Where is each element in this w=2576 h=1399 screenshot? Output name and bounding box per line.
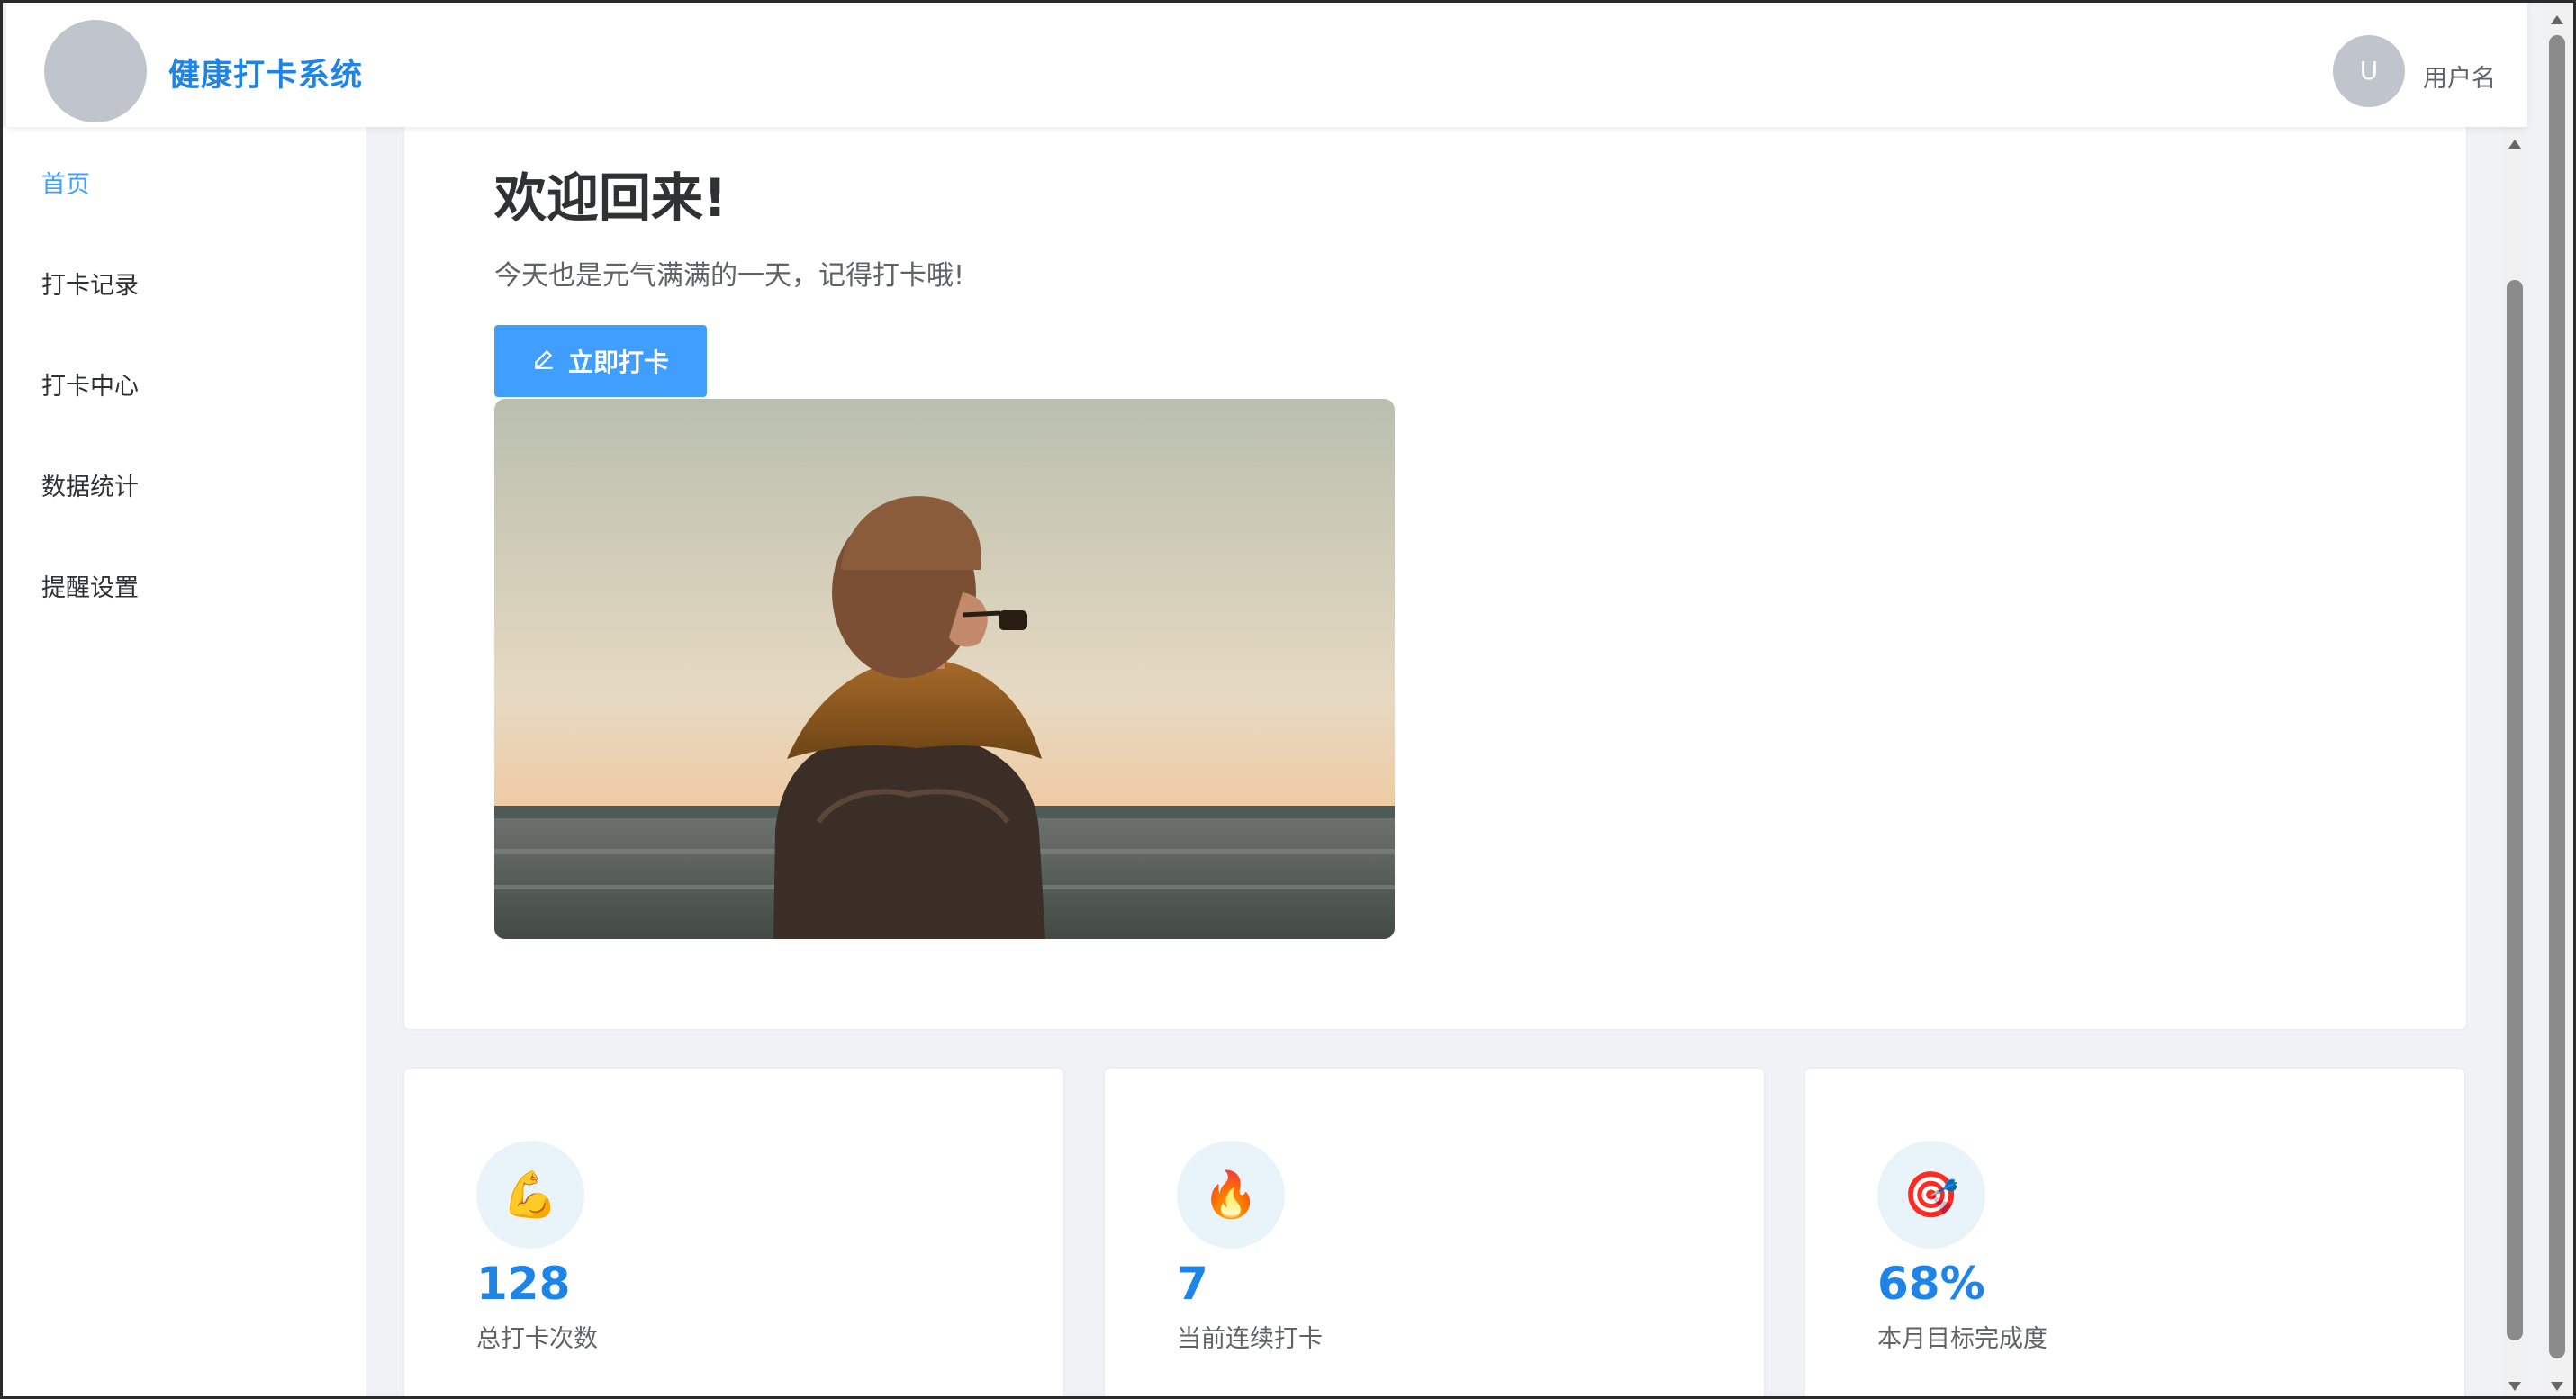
sidebar-item-home[interactable]: 首页: [41, 165, 90, 200]
target-icon: 🎯: [1877, 1141, 1985, 1249]
window-scroll-down-arrow-icon[interactable]: [2551, 1382, 2563, 1391]
window-scroll-up-arrow-icon[interactable]: [2551, 15, 2563, 24]
sidebar: 首页 打卡记录 打卡中心 数据统计 提醒设置: [3, 127, 366, 1396]
user-avatar[interactable]: U: [2333, 35, 2405, 107]
app-title: 健康打卡系统: [168, 58, 364, 94]
stat-card-total-checkins: 💪 128 总打卡次数: [402, 1067, 1065, 1396]
checkin-now-button[interactable]: 立即打卡: [494, 325, 707, 397]
content-scrollbar-thumb[interactable]: [2507, 280, 2523, 1340]
fire-icon: 🔥: [1177, 1141, 1285, 1249]
stat-value: 68%: [1877, 1258, 1985, 1310]
stat-label: 总打卡次数: [476, 1325, 598, 1353]
stat-card-current-streak: 🔥 7 当前连续打卡: [1103, 1067, 1766, 1396]
welcome-subtitle: 今天也是元气满满的一天，记得打卡哦!: [494, 260, 965, 292]
top-header: 健康打卡系统 U 用户名: [6, 3, 2527, 127]
stat-label: 本月目标完成度: [1877, 1325, 2047, 1353]
scroll-up-arrow-icon[interactable]: [2508, 140, 2521, 149]
stat-label: 当前连续打卡: [1177, 1325, 1323, 1353]
scroll-down-arrow-icon[interactable]: [2508, 1382, 2521, 1391]
sidebar-item-data-statistics[interactable]: 数据统计: [41, 467, 139, 502]
flexed-biceps-icon: 💪: [476, 1141, 584, 1249]
sidebar-item-checkin-center[interactable]: 打卡中心: [41, 366, 139, 402]
logo: [44, 20, 147, 122]
app-window: 健康打卡系统 U 用户名 首页 打卡记录 打卡中心 数据统计 提醒设置 欢迎回来…: [3, 3, 2573, 1396]
window-scrollbar[interactable]: [2542, 3, 2573, 1396]
hero-image: [494, 399, 1395, 939]
window-scrollbar-thumb[interactable]: [2549, 35, 2565, 1358]
user-name[interactable]: 用户名: [2423, 59, 2496, 94]
checkin-button-label: 立即打卡: [567, 347, 669, 377]
sidebar-item-reminder-settings[interactable]: 提醒设置: [41, 568, 139, 603]
welcome-card: 欢迎回来! 今天也是元气满满的一天，记得打卡哦! 立即打卡: [402, 127, 2468, 1031]
stat-card-monthly-goal: 🎯 68% 本月目标完成度: [1803, 1067, 2466, 1396]
edit-pen-icon: [532, 347, 556, 376]
stat-value: 128: [476, 1258, 571, 1310]
sidebar-item-checkin-records[interactable]: 打卡记录: [41, 266, 139, 301]
stat-value: 7: [1177, 1258, 1208, 1310]
welcome-title: 欢迎回来!: [494, 167, 728, 229]
content-scrollbar[interactable]: [2502, 127, 2527, 1396]
